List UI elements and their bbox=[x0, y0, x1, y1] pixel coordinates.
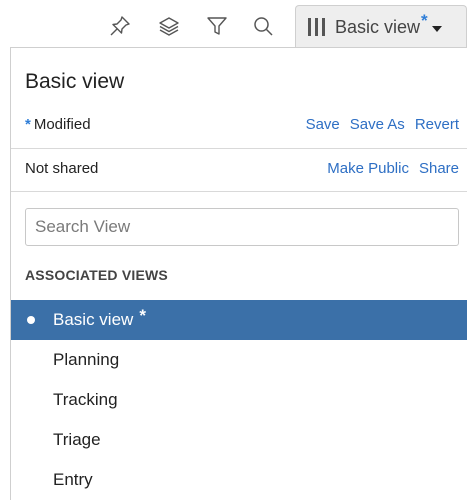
modified-row: * Modified Save Save As Revert bbox=[25, 116, 459, 138]
share-link[interactable]: Share bbox=[419, 160, 459, 177]
view-item-label: Basic view bbox=[53, 310, 134, 329]
save-link[interactable]: Save bbox=[306, 116, 340, 133]
caret-down-icon bbox=[431, 19, 442, 37]
divider bbox=[11, 191, 467, 192]
pin-icon[interactable] bbox=[106, 12, 134, 40]
sharing-actions: Make Public Share bbox=[327, 160, 459, 177]
sharing-status: Not shared bbox=[25, 160, 99, 177]
modified-label: Modified bbox=[33, 116, 91, 133]
save-as-link[interactable]: Save As bbox=[350, 116, 405, 133]
divider bbox=[11, 148, 467, 149]
view-selector-label: Basic view bbox=[335, 16, 421, 37]
view-item-label: Planning bbox=[53, 350, 120, 369]
make-public-link[interactable]: Make Public bbox=[327, 160, 409, 177]
search-icon[interactable] bbox=[249, 12, 277, 40]
sharing-row: Not shared Make Public Share bbox=[25, 160, 459, 182]
selected-bullet-icon bbox=[27, 316, 35, 324]
panel-title: Basic view bbox=[25, 70, 125, 93]
view-item-entry[interactable]: Entry bbox=[11, 460, 467, 500]
modified-marker: * bbox=[139, 306, 146, 325]
associated-views-list: Basic view * Planning Tracking Triage En… bbox=[11, 300, 467, 500]
view-item-basic-view[interactable]: Basic view * bbox=[11, 300, 467, 340]
columns-icon bbox=[308, 18, 325, 36]
layers-icon[interactable] bbox=[155, 12, 183, 40]
modified-marker: * bbox=[421, 11, 428, 30]
associated-views-heading: ASSOCIATED VIEWS bbox=[25, 267, 168, 283]
view-item-planning[interactable]: Planning bbox=[11, 340, 467, 380]
modified-asterisk: * bbox=[25, 116, 31, 133]
revert-link[interactable]: Revert bbox=[415, 116, 459, 133]
view-item-label: Triage bbox=[53, 430, 101, 449]
view-toolbar: Basic view * bbox=[0, 0, 467, 48]
modified-status: * Modified bbox=[25, 116, 91, 133]
view-item-label: Entry bbox=[53, 470, 93, 489]
search-view-input[interactable] bbox=[25, 208, 459, 246]
view-item-label: Tracking bbox=[53, 390, 118, 409]
view-item-tracking[interactable]: Tracking bbox=[11, 380, 467, 420]
view-selector-button[interactable]: Basic view * bbox=[295, 5, 467, 48]
modified-actions: Save Save As Revert bbox=[306, 116, 459, 133]
view-dropdown-panel: Basic view * Modified Save Save As Revert… bbox=[10, 47, 467, 500]
view-item-triage[interactable]: Triage bbox=[11, 420, 467, 460]
filter-icon[interactable] bbox=[203, 12, 231, 40]
